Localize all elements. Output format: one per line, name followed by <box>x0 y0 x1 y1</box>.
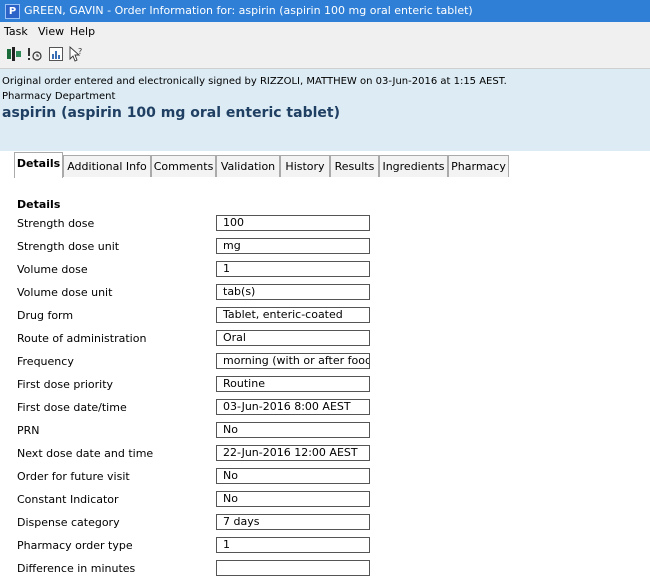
tab-comments[interactable]: Comments <box>151 155 216 177</box>
field-value[interactable]: 7 days <box>216 514 370 530</box>
menu-bar: Task View Help <box>0 22 650 40</box>
field-label: Dispense category <box>17 516 120 529</box>
field-row: Volume dose 1 <box>0 260 650 280</box>
field-value[interactable]: No <box>216 422 370 438</box>
menu-help[interactable]: Help <box>70 25 95 38</box>
field-label: Pharmacy order type <box>17 539 133 552</box>
menu-task[interactable]: Task <box>4 25 28 38</box>
help-pointer-icon[interactable]: ? <box>68 46 84 62</box>
tab-results[interactable]: Results <box>330 155 379 177</box>
field-label: Order for future visit <box>17 470 130 483</box>
field-value[interactable]: tab(s) <box>216 284 370 300</box>
field-value[interactable]: 22-Jun-2016 12:00 AEST <box>216 445 370 461</box>
order-action-icon[interactable] <box>6 46 22 62</box>
field-row: Pharmacy order type 1 <box>0 536 650 556</box>
field-row: Strength dose unit mg <box>0 237 650 257</box>
field-label: Constant Indicator <box>17 493 119 506</box>
field-value[interactable]: Oral <box>216 330 370 346</box>
field-label: First dose date/time <box>17 401 127 414</box>
field-value[interactable]: mg <box>216 238 370 254</box>
report-icon[interactable] <box>48 46 64 62</box>
field-value[interactable]: 1 <box>216 537 370 553</box>
field-label: Volume dose unit <box>17 286 113 299</box>
field-row: Route of administration Oral <box>0 329 650 349</box>
field-label: Frequency <box>17 355 74 368</box>
field-row: Constant Indicator No <box>0 490 650 510</box>
field-label: Drug form <box>17 309 74 322</box>
field-row: Strength dose 100 <box>0 214 650 234</box>
field-value[interactable] <box>216 560 370 576</box>
field-value[interactable]: Routine <box>216 376 370 392</box>
tab-bar: Details Additional Info Comments Validat… <box>0 151 650 179</box>
field-label: Strength dose unit <box>17 240 120 253</box>
field-row: PRN No <box>0 421 650 441</box>
department-label: Pharmacy Department <box>2 91 116 102</box>
tab-ingredients[interactable]: Ingredients <box>379 155 448 177</box>
tab-details[interactable]: Details <box>14 152 63 178</box>
field-label: First dose priority <box>17 378 114 391</box>
tab-validation[interactable]: Validation <box>216 155 280 177</box>
window-titlebar: P GREEN, GAVIN - Order Information for: … <box>0 0 650 22</box>
tab-pharmacy[interactable]: Pharmacy <box>448 155 509 177</box>
priority-clock-icon[interactable] <box>26 46 42 62</box>
field-row: Dispense category 7 days <box>0 513 650 533</box>
section-title: Details <box>17 198 61 211</box>
field-label: Volume dose <box>17 263 88 276</box>
tab-history[interactable]: History <box>280 155 330 177</box>
field-label: Route of administration <box>17 332 147 345</box>
field-value[interactable]: morning (with or after food) <box>216 353 370 369</box>
field-row: Drug form Tablet, enteric-coated <box>0 306 650 326</box>
signed-info: Original order entered and electronicall… <box>2 76 507 87</box>
field-row: Frequency morning (with or after food) <box>0 352 650 372</box>
field-value[interactable]: 1 <box>216 261 370 277</box>
field-row: First dose priority Routine <box>0 375 650 395</box>
field-value[interactable]: No <box>216 491 370 507</box>
field-row: Difference in minutes <box>0 559 650 579</box>
app-p-icon: P <box>5 4 20 19</box>
field-label: Strength dose <box>17 217 95 230</box>
tab-additional-info[interactable]: Additional Info <box>63 155 151 177</box>
field-row: Order for future visit No <box>0 467 650 487</box>
order-header: Original order entered and electronicall… <box>0 69 650 151</box>
field-label: Next dose date and time <box>17 447 154 460</box>
drug-title: aspirin (aspirin 100 mg oral enteric tab… <box>2 105 340 121</box>
field-row: First dose date/time 03-Jun-2016 8:00 AE… <box>0 398 650 418</box>
field-row: Next dose date and time 22-Jun-2016 12:0… <box>0 444 650 464</box>
field-value[interactable]: 03-Jun-2016 8:00 AEST <box>216 399 370 415</box>
field-value[interactable]: 100 <box>216 215 370 231</box>
menu-view[interactable]: View <box>38 25 64 38</box>
field-label: PRN <box>17 424 40 437</box>
window-title: GREEN, GAVIN - Order Information for: as… <box>24 4 473 17</box>
field-value[interactable]: Tablet, enteric-coated <box>216 307 370 323</box>
svg-text:?: ? <box>78 47 82 56</box>
field-label: Difference in minutes <box>17 562 136 575</box>
field-value[interactable]: No <box>216 468 370 484</box>
toolbar: ? <box>0 40 650 69</box>
field-row: Volume dose unit tab(s) <box>0 283 650 303</box>
details-panel: Details Strength dose 100 Strength dose … <box>0 178 650 576</box>
